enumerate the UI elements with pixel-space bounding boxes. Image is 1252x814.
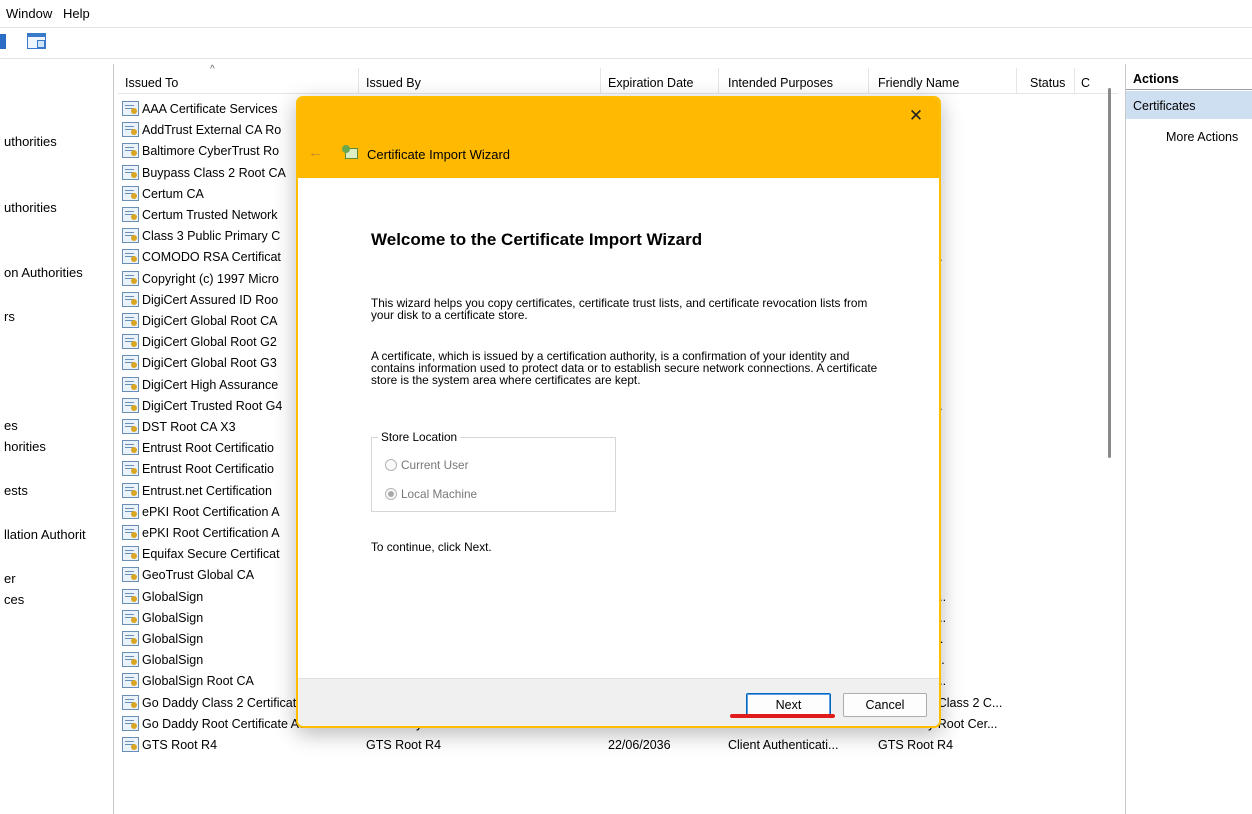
sort-ascending-icon: ^ bbox=[210, 64, 215, 75]
certificate-icon bbox=[122, 609, 139, 625]
column-header-expiration-date[interactable]: Expiration Date bbox=[608, 76, 693, 90]
tree-item[interactable]: on Authorities bbox=[4, 265, 83, 280]
wizard-title: Certificate Import Wizard bbox=[367, 147, 511, 162]
certificate-icon bbox=[122, 567, 139, 583]
back-arrow-icon[interactable]: ← bbox=[308, 144, 323, 161]
certificate-icon bbox=[122, 482, 139, 498]
column-header-intended-purposes[interactable]: Intended Purposes bbox=[728, 76, 833, 90]
wizard-heading: Welcome to the Certificate Import Wizard bbox=[371, 230, 703, 249]
radio-current-user[interactable]: Current User bbox=[385, 458, 469, 472]
actions-pane: Actions Certificates More Actions bbox=[1125, 64, 1252, 814]
column-header-friendly-name[interactable]: Friendly Name bbox=[878, 76, 959, 90]
toolbar-partial-icon[interactable] bbox=[0, 34, 6, 49]
certificate-icon bbox=[122, 673, 139, 689]
radio-unchecked-icon bbox=[385, 459, 397, 471]
certificate-icon bbox=[122, 291, 139, 307]
annotation-underline bbox=[730, 714, 835, 718]
certificate-icon bbox=[122, 164, 139, 180]
continue-text: To continue, click Next. bbox=[371, 540, 492, 554]
wizard-title-bar: ✕ ← Certificate Import Wizard bbox=[298, 98, 939, 178]
certificate-icon bbox=[122, 715, 139, 731]
radio-checked-icon bbox=[385, 488, 397, 500]
actions-header: Actions bbox=[1126, 68, 1252, 90]
actions-certificates[interactable]: Certificates bbox=[1126, 91, 1252, 119]
certificate-icon bbox=[122, 737, 139, 752]
wizard-body: Welcome to the Certificate Import Wizard… bbox=[298, 178, 939, 678]
certificate-icon bbox=[122, 525, 139, 540]
show-hide-action-pane-icon[interactable] bbox=[27, 33, 46, 49]
cancel-button[interactable]: Cancel bbox=[843, 693, 927, 717]
wizard-footer: Next Cancel bbox=[298, 678, 939, 726]
menu-window[interactable]: Window bbox=[6, 6, 52, 21]
close-icon[interactable]: ✕ bbox=[905, 106, 927, 126]
certificate-icon bbox=[122, 143, 139, 159]
column-header-status[interactable]: Status bbox=[1030, 76, 1065, 90]
tree-item[interactable]: es bbox=[4, 418, 18, 433]
console-tree: uthorities uthorities on Authorities rs … bbox=[0, 64, 114, 814]
radio-local-machine[interactable]: Local Machine bbox=[385, 487, 477, 501]
certificate-icon bbox=[122, 270, 139, 286]
cell-expiration: 22/06/2036 bbox=[608, 738, 671, 752]
tree-item[interactable]: horities bbox=[4, 439, 46, 454]
certificate-icon bbox=[122, 440, 139, 456]
radio-current-user-label: Current User bbox=[401, 458, 469, 472]
certificate-icon bbox=[122, 207, 139, 222]
wizard-description-text: A certificate, which is issued by a cert… bbox=[371, 349, 878, 387]
store-location-label: Store Location bbox=[378, 430, 461, 444]
tree-item[interactable]: ests bbox=[4, 483, 28, 498]
certificate-import-wizard-dialog: ✕ ← Certificate Import Wizard Welcome to… bbox=[296, 96, 941, 728]
certificate-icon bbox=[122, 461, 139, 477]
certificate-icon bbox=[122, 376, 139, 392]
certificate-wizard-icon bbox=[342, 145, 360, 160]
certificate-icon bbox=[122, 122, 139, 138]
column-header-issued-to[interactable]: Issued To bbox=[125, 76, 178, 90]
list-header: ^ Issued To Issued By Expiration Date In… bbox=[118, 64, 1118, 94]
certificate-icon bbox=[122, 101, 139, 116]
menu-help[interactable]: Help bbox=[63, 6, 90, 21]
toolbar bbox=[0, 27, 1252, 59]
certificate-icon bbox=[122, 249, 139, 265]
tree-item[interactable]: ces bbox=[4, 592, 24, 607]
tree-item[interactable]: llation Authorit bbox=[4, 527, 86, 542]
list-scrollbar[interactable] bbox=[1108, 88, 1111, 458]
tree-item[interactable]: rs bbox=[4, 309, 15, 324]
cell-purposes: Client Authenticati... bbox=[728, 738, 839, 752]
certificate-icon bbox=[122, 588, 139, 604]
certificate-icon bbox=[122, 546, 139, 562]
column-header-c[interactable]: C bbox=[1081, 76, 1090, 90]
certificate-icon bbox=[122, 694, 139, 710]
cell-friendly: GTS Root R4 bbox=[878, 738, 954, 752]
certificate-icon bbox=[122, 334, 139, 350]
certificate-icon bbox=[122, 419, 139, 434]
cell-issued-to: GTS Root R4 bbox=[142, 738, 218, 752]
more-actions[interactable]: More Actions bbox=[1166, 130, 1238, 144]
wizard-intro-text: This wizard helps you copy certificates,… bbox=[371, 296, 868, 322]
certificate-icon bbox=[122, 228, 139, 244]
certificate-icon bbox=[122, 503, 139, 519]
cell-issued-by: GTS Root R4 bbox=[366, 738, 442, 752]
certificate-icon bbox=[122, 652, 139, 668]
certificate-icon bbox=[122, 397, 139, 413]
table-row[interactable]: GTS Root R4 GTS Root R4 22/06/2036 Client A… bbox=[118, 735, 1118, 756]
certificate-icon bbox=[122, 355, 139, 371]
tree-item[interactable]: uthorities bbox=[4, 200, 57, 215]
tree-item[interactable]: er bbox=[4, 571, 16, 586]
certificate-icon bbox=[122, 185, 139, 201]
radio-local-machine-label: Local Machine bbox=[401, 487, 478, 501]
menu-bar: Window Help bbox=[0, 0, 1252, 26]
certificate-icon bbox=[122, 631, 139, 646]
column-header-issued-by[interactable]: Issued By bbox=[366, 76, 421, 90]
certificate-icon bbox=[122, 313, 139, 328]
tree-item[interactable]: uthorities bbox=[4, 134, 57, 149]
